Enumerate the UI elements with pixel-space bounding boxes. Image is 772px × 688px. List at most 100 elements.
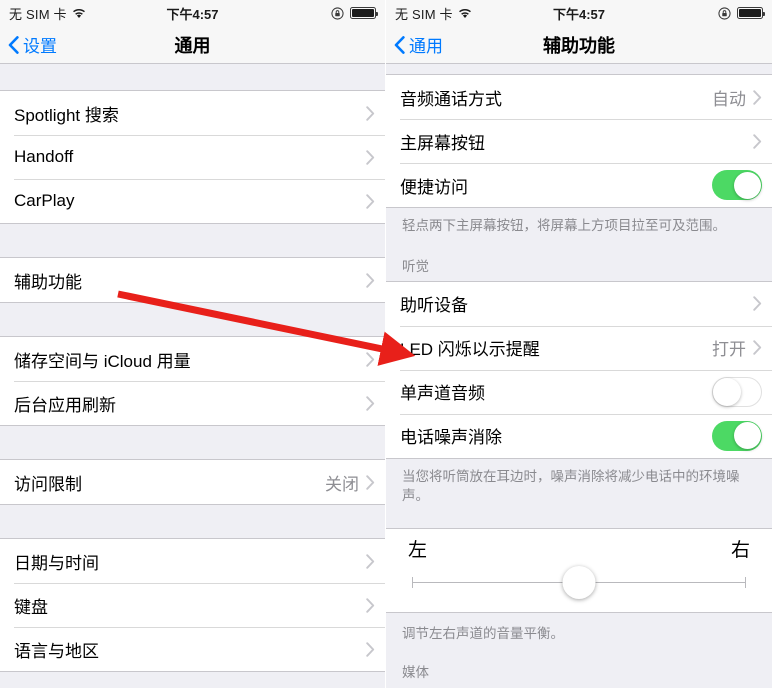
back-button-label: 设置 [23, 37, 57, 56]
left-phone-screen: 无 SIM 卡 下午4:57 设置 通用 Spotlight 搜索 Handof… [0, 0, 386, 688]
footer-reachability-description: 轻点两下主屏幕按钮，将屏幕上方项目拉至可及范围。 [386, 208, 772, 246]
row-label: Handoff [14, 147, 74, 166]
row-value: 自动 [712, 89, 746, 109]
right-phone-screen: 无 SIM 卡 下午4:57 通用 辅助功能 音频通话方式 自动 主屏幕按钮 便… [386, 0, 772, 688]
carrier-label: 无 SIM 卡 [395, 6, 453, 22]
row-value: 打开 [712, 340, 746, 360]
balance-slider[interactable] [412, 565, 746, 600]
page-title-general: 通用 [174, 35, 211, 56]
page-title-accessibility: 辅助功能 [543, 35, 615, 56]
status-bar-right-group [331, 6, 378, 20]
row-label: 语言与地区 [14, 641, 99, 661]
list-gap [0, 224, 385, 257]
status-bar-left-group: 无 SIM 卡 [9, 4, 86, 23]
toggle-mono-audio[interactable] [712, 376, 762, 407]
row-label: 助听设备 [400, 296, 468, 316]
nav-bar-left: 设置 通用 [0, 26, 385, 64]
list-item-home-button[interactable]: 主屏幕按钮 [386, 119, 772, 163]
rotation-lock-icon [718, 6, 731, 20]
back-button-label: 通用 [409, 37, 443, 56]
list-item-handoff[interactable]: Handoff [0, 135, 385, 179]
footer-noise-cancellation-description: 当您将听筒放在耳边时，噪声消除将减少电话中的环境噪声。 [386, 458, 772, 528]
row-label: LED 闪烁以示提醒 [400, 340, 540, 360]
slider-right-cap [745, 576, 746, 588]
chevron-right-icon [366, 351, 375, 367]
list-item-storage-icloud-usage[interactable]: 储存空间与 iCloud 用量 [0, 337, 385, 381]
carrier-label: 无 SIM 卡 [9, 6, 67, 22]
status-bar-right-group [718, 6, 765, 20]
chevron-right-icon [366, 105, 375, 121]
row-label: Spotlight 搜索 [14, 105, 119, 125]
row-label: 音频通话方式 [400, 89, 502, 109]
status-bar-right: 无 SIM 卡 下午4:57 [386, 0, 772, 26]
section-restrictions-group: 访问限制 关闭 [0, 459, 385, 505]
chevron-right-icon [366, 272, 375, 288]
back-button-general[interactable]: 通用 [394, 32, 443, 57]
chevron-left-icon [394, 35, 405, 54]
row-label: 便捷访问 [400, 177, 468, 197]
toggle-reachability[interactable] [712, 170, 762, 200]
list-item-call-audio-routing[interactable]: 音频通话方式 自动 [386, 75, 772, 119]
chevron-right-icon [366, 395, 375, 411]
chevron-right-icon [366, 553, 375, 569]
list-item-carplay[interactable]: CarPlay [0, 179, 385, 223]
row-label: 后台应用刷新 [14, 395, 116, 415]
list-item-spotlight-search[interactable]: Spotlight 搜索 [0, 91, 385, 135]
wifi-icon [72, 8, 86, 19]
list-item-reachability[interactable]: 便捷访问 [386, 163, 772, 207]
row-value: 关闭 [325, 474, 359, 494]
list-item-led-flash-for-alerts[interactable]: LED 闪烁以示提醒 打开 [386, 325, 772, 370]
section-header-media: 媒体 [386, 661, 772, 688]
list-item-date-time[interactable]: 日期与时间 [0, 539, 385, 583]
chevron-right-icon [753, 296, 762, 311]
row-label: CarPlay [14, 191, 75, 210]
list-item-restrictions[interactable]: 访问限制 关闭 [0, 460, 385, 504]
section-header-hearing: 听觉 [386, 245, 772, 281]
toggle-phone-noise-cancellation[interactable] [712, 420, 762, 451]
row-label: 主屏幕按钮 [400, 133, 485, 153]
section-interaction-group: 音频通话方式 自动 主屏幕按钮 便捷访问 [386, 74, 772, 208]
status-bar-left-group: 无 SIM 卡 [395, 4, 472, 23]
list-item-accessibility[interactable]: 辅助功能 [0, 258, 385, 302]
battery-full-icon [350, 7, 378, 19]
list-gap [0, 64, 385, 90]
row-label: 电话噪声消除 [400, 428, 502, 448]
battery-full-icon [737, 7, 765, 19]
balance-endpoint-labels: 左 右 [386, 535, 772, 562]
row-label: 访问限制 [14, 474, 82, 494]
list-item-hearing-devices[interactable]: 助听设备 [386, 281, 772, 326]
chevron-left-icon [8, 35, 19, 54]
list-item-keyboard[interactable]: 键盘 [0, 583, 385, 627]
nav-bar-right: 通用 辅助功能 [386, 26, 772, 64]
row-label: 储存空间与 iCloud 用量 [14, 351, 191, 371]
rotation-lock-icon [331, 6, 344, 20]
chevron-right-icon [753, 89, 762, 105]
list-gap [386, 64, 772, 74]
settings-list-accessibility[interactable]: 音频通话方式 自动 主屏幕按钮 便捷访问 轻点两下主屏幕按钮，将屏幕上方项目拉至… [386, 64, 772, 688]
list-item-background-app-refresh[interactable]: 后台应用刷新 [0, 381, 385, 425]
wifi-icon [458, 8, 472, 19]
row-label: 键盘 [14, 597, 48, 617]
row-label: 日期与时间 [14, 553, 99, 573]
chevron-right-icon [366, 474, 375, 490]
footer-balance-description: 调节左右声道的音量平衡。 [386, 612, 772, 662]
slider-thumb[interactable] [562, 565, 596, 599]
section-storage-group: 储存空间与 iCloud 用量 后台应用刷新 [0, 336, 385, 426]
balance-left-label: 左 [408, 539, 428, 561]
list-item-mono-audio[interactable]: 单声道音频 [386, 369, 772, 414]
back-button-settings[interactable]: 设置 [8, 32, 57, 57]
audio-balance-block: 左 右 [386, 527, 772, 613]
list-item-language-region[interactable]: 语言与地区 [0, 627, 385, 671]
section-accessibility-group: 辅助功能 [0, 257, 385, 303]
chevron-right-icon [366, 597, 375, 613]
row-label: 辅助功能 [14, 272, 82, 292]
chevron-right-icon [366, 149, 375, 165]
settings-list-general[interactable]: Spotlight 搜索 Handoff CarPlay 辅助功能 储存空间与 … [0, 64, 385, 688]
list-item-phone-noise-cancellation[interactable]: 电话噪声消除 [386, 413, 772, 458]
list-gap [0, 303, 385, 336]
chevron-right-icon [366, 641, 375, 657]
section-datetime-group: 日期与时间 键盘 语言与地区 [0, 538, 385, 672]
section-spotlight-group: Spotlight 搜索 Handoff CarPlay [0, 90, 385, 224]
list-gap [0, 426, 385, 459]
chevron-right-icon [753, 340, 762, 355]
